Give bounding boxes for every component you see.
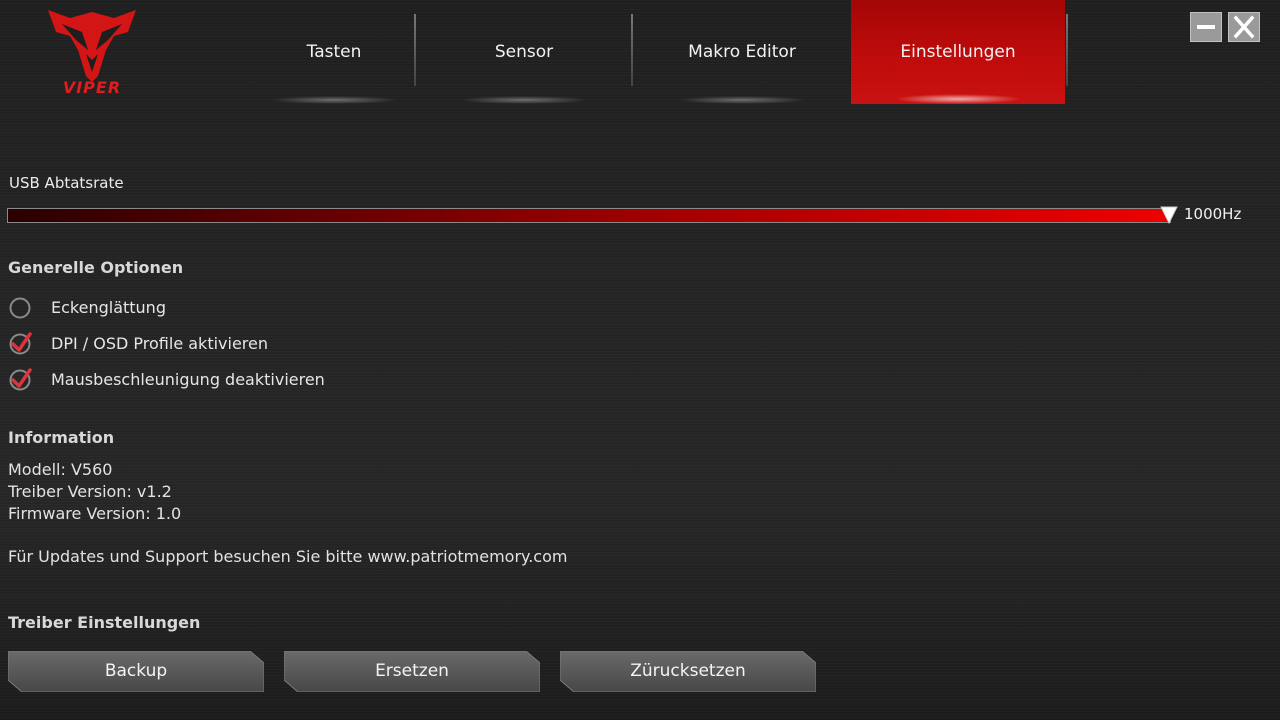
usb-rate-label: USB Abtatsrate (9, 174, 124, 192)
option-mausbeschleunigung[interactable]: Mausbeschleunigung deaktivieren (8, 367, 368, 393)
minimize-icon (1197, 25, 1215, 29)
tab-label: Tasten (306, 42, 362, 62)
model-info: Modell: V560 (8, 460, 113, 479)
driver-version-info: Treiber Version: v1.2 (8, 482, 172, 501)
tab-einstellungen[interactable]: Einstellungen (851, 0, 1065, 104)
tab-tasten[interactable]: Tasten (226, 0, 442, 104)
button-label: Ersetzen (375, 661, 449, 681)
option-label: Mausbeschleunigung deaktivieren (51, 370, 325, 389)
checked-circle-icon[interactable] (8, 331, 34, 357)
usb-rate-slider-track[interactable] (7, 208, 1171, 223)
ersetzen-button[interactable]: Ersetzen (284, 651, 540, 692)
tab-glow (677, 96, 807, 104)
tab-glow (893, 94, 1023, 104)
unchecked-circle-icon[interactable] (8, 295, 34, 321)
driver-settings-title: Treiber Einstellungen (8, 613, 201, 632)
tab-separator (631, 14, 633, 86)
usb-rate-slider-thumb[interactable] (1160, 206, 1178, 224)
support-info: Für Updates und Support besuchen Sie bit… (8, 547, 568, 566)
minimize-button[interactable] (1190, 12, 1222, 42)
tab-label: Sensor (494, 42, 554, 62)
tab-label: Makro Editor (688, 42, 796, 62)
option-eckenglaettung[interactable]: Eckenglättung (8, 295, 368, 321)
close-icon (1233, 15, 1255, 39)
option-dpi-osd-profile[interactable]: DPI / OSD Profile aktivieren (8, 331, 368, 357)
tab-makro-editor[interactable]: Makro Editor (634, 0, 850, 104)
tab-glow (269, 96, 399, 104)
general-options-title: Generelle Optionen (8, 258, 184, 277)
usb-rate-value: 1000Hz (1184, 205, 1242, 223)
information-title: Information (8, 428, 115, 447)
firmware-version-info: Firmware Version: 1.0 (8, 504, 182, 523)
logo-text: VIPER (62, 78, 122, 97)
zuruecksetzen-button[interactable]: Zürucksetzen (560, 651, 816, 692)
checked-circle-icon[interactable] (8, 367, 34, 393)
close-button[interactable] (1228, 12, 1260, 42)
button-label: Backup (104, 661, 168, 681)
tab-sensor[interactable]: Sensor (416, 0, 632, 104)
tab-separator (1066, 14, 1068, 86)
button-label: Zürucksetzen (630, 661, 746, 681)
option-label: DPI / OSD Profile aktivieren (51, 334, 268, 353)
tab-glow (459, 96, 589, 104)
backup-button[interactable]: Backup (8, 651, 264, 692)
option-label: Eckenglättung (51, 298, 166, 317)
tab-label: Einstellungen (900, 42, 1016, 62)
